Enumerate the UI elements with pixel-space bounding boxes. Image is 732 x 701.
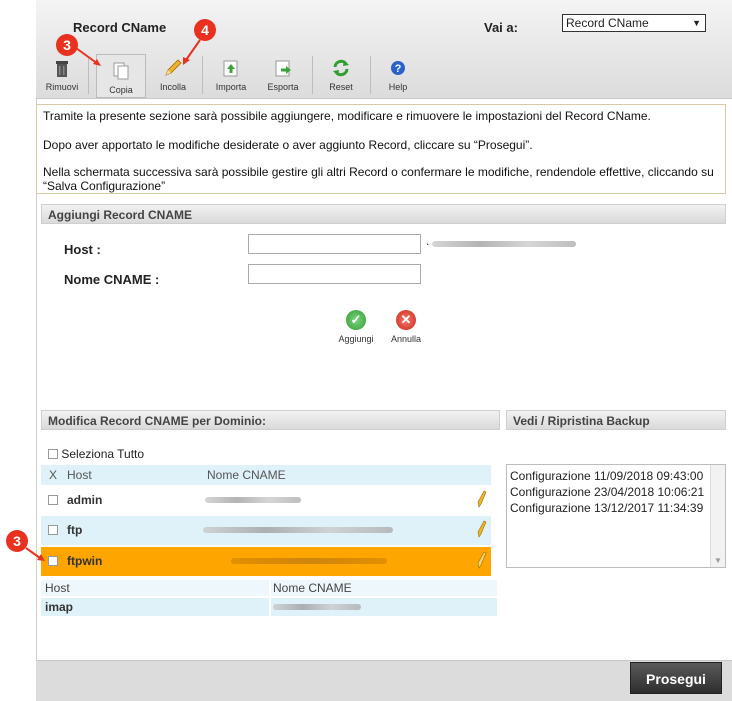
edit-pencil-icon[interactable] bbox=[477, 490, 487, 508]
cname-label: Nome CNAME : bbox=[64, 272, 160, 287]
sub-table-header: Host Nome CNAME bbox=[41, 580, 497, 596]
select-all-label: Seleziona Tutto bbox=[61, 447, 145, 461]
check-icon: ✓ bbox=[346, 310, 366, 330]
row-host: ftpwin bbox=[67, 554, 103, 568]
info-text-1: Tramite la presente sezione sarà possibi… bbox=[43, 109, 651, 123]
add-button[interactable]: ✓ Aggiungi bbox=[334, 310, 378, 344]
cancel-label: Annulla bbox=[390, 334, 422, 344]
row-checkbox[interactable] bbox=[48, 556, 58, 566]
row-checkbox[interactable] bbox=[48, 495, 58, 505]
backup-item[interactable]: Configurazione 23/04/2018 10:06:21 bbox=[507, 484, 725, 500]
export-icon bbox=[275, 60, 291, 77]
import-label: Importa bbox=[215, 82, 247, 92]
footer-bar bbox=[36, 660, 732, 701]
chevron-down-icon: ▼ bbox=[692, 18, 701, 28]
reset-button[interactable]: Reset bbox=[318, 52, 364, 96]
export-button[interactable]: Esporta bbox=[260, 52, 306, 96]
add-label: Aggiungi bbox=[338, 334, 374, 344]
edit-pencil-icon[interactable] bbox=[477, 520, 487, 538]
domain-dot: . bbox=[426, 234, 430, 248]
close-icon: ✕ bbox=[396, 310, 416, 330]
edit-panel-title: Modifica Record CNAME per Dominio: bbox=[41, 410, 500, 430]
info-text-3: Nella schermata successiva sarà possibil… bbox=[43, 165, 714, 193]
remove-label: Rimuovi bbox=[45, 82, 79, 92]
reset-label: Reset bbox=[329, 82, 353, 92]
annotation-arrow bbox=[75, 47, 101, 66]
cname-redacted bbox=[203, 527, 393, 533]
table-row-highlighted: ftpwin bbox=[41, 547, 491, 576]
sub-row-host: imap bbox=[45, 600, 74, 614]
host-input[interactable] bbox=[248, 234, 421, 254]
help-icon: ? bbox=[391, 61, 405, 75]
goto-select[interactable]: Record CName ▼ bbox=[562, 14, 706, 32]
sub-cell-bg bbox=[41, 598, 269, 616]
host-label: Host : bbox=[64, 242, 101, 257]
table-header: X Host Nome CNAME bbox=[41, 465, 491, 485]
cname-input[interactable] bbox=[248, 264, 421, 284]
proceed-button[interactable]: Prosegui bbox=[630, 662, 722, 694]
col-x: X bbox=[49, 468, 58, 482]
refresh-icon bbox=[333, 59, 349, 77]
import-button[interactable]: Importa bbox=[208, 52, 254, 96]
copy-label: Copia bbox=[109, 85, 133, 95]
select-all-checkbox[interactable] bbox=[48, 449, 58, 459]
toolbar-divider bbox=[370, 56, 371, 94]
paste-label: Incolla bbox=[159, 82, 186, 92]
sub-col-bg bbox=[41, 580, 269, 596]
export-label: Esporta bbox=[267, 82, 299, 92]
cancel-button[interactable]: ✕ Annulla bbox=[384, 310, 428, 344]
table-row: admin bbox=[41, 486, 491, 515]
info-text-2: Dopo aver apportato le modifiche desider… bbox=[43, 138, 533, 152]
sub-col-host: Host bbox=[45, 581, 70, 595]
row-checkbox[interactable] bbox=[48, 525, 58, 535]
annotation-arrow bbox=[25, 547, 45, 561]
edit-pencil-icon[interactable] bbox=[477, 551, 487, 569]
backup-item[interactable]: Configurazione 13/12/2017 11:34:39 bbox=[507, 500, 725, 516]
select-all[interactable]: Seleziona Tutto bbox=[48, 447, 144, 461]
backup-list[interactable]: Configurazione 11/09/2018 09:43:00 Confi… bbox=[506, 464, 726, 568]
annotation-arrow bbox=[183, 39, 201, 65]
trash-icon bbox=[56, 61, 68, 77]
col-cname: Nome CNAME bbox=[207, 468, 286, 482]
cname-redacted bbox=[231, 558, 387, 564]
cname-redacted bbox=[273, 604, 361, 610]
copy-icon bbox=[113, 62, 129, 80]
scroll-down-icon[interactable]: ▼ bbox=[714, 556, 722, 565]
sub-table-row: imap bbox=[41, 598, 497, 616]
col-host: Host bbox=[67, 468, 92, 482]
domain-suffix-redacted bbox=[432, 241, 576, 247]
goto-label: Vai a: bbox=[484, 20, 518, 35]
backup-panel-title: Vedi / Ripristina Backup bbox=[506, 410, 726, 430]
sub-col-cname: Nome CNAME bbox=[273, 581, 352, 595]
goto-select-value: Record CName bbox=[566, 16, 649, 30]
cname-redacted bbox=[205, 497, 301, 503]
backup-item[interactable]: Configurazione 11/09/2018 09:43:00 bbox=[507, 468, 725, 484]
backup-scrollbar[interactable]: ▼ bbox=[710, 465, 725, 567]
table-row: ftp bbox=[41, 516, 491, 545]
help-button[interactable]: ? Help bbox=[376, 52, 420, 96]
add-panel-title: Aggiungi Record CNAME bbox=[41, 204, 726, 224]
row-host: admin bbox=[67, 493, 103, 507]
info-box: Tramite la presente sezione sarà possibi… bbox=[36, 104, 726, 194]
toolbar-divider bbox=[312, 56, 313, 94]
page-title: Record CName bbox=[73, 20, 167, 35]
import-icon bbox=[223, 60, 238, 77]
svg-text:?: ? bbox=[395, 63, 402, 75]
row-host: ftp bbox=[67, 523, 83, 537]
help-label: Help bbox=[388, 82, 408, 92]
